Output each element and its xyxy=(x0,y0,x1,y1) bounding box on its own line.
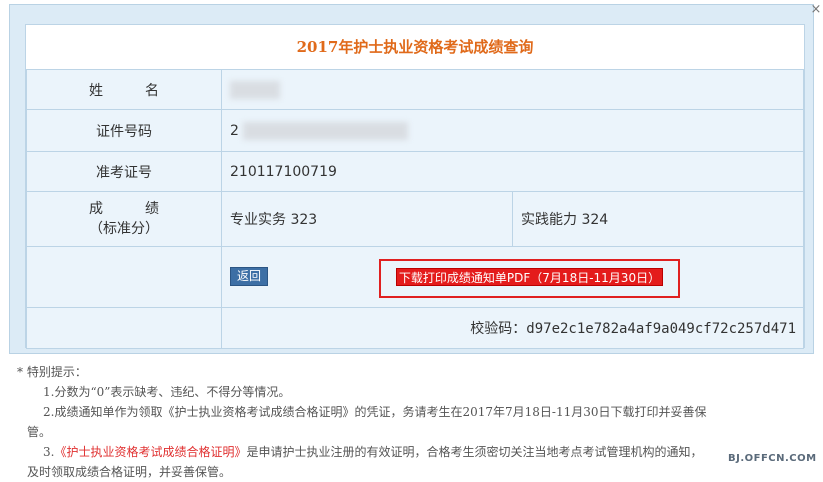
table-row: 校验码：d97e2c1e782a4af9a049cf72c257d471 xyxy=(26,307,804,349)
ticket-label: 准考证号 xyxy=(26,151,222,192)
close-icon[interactable]: × xyxy=(810,3,822,17)
note-item-1: 1.分数为“0”表示缺考、违纪、不得分等情况。 xyxy=(43,385,291,399)
verify-label-cell xyxy=(26,307,222,349)
notes-heading: * 特别提示： xyxy=(17,365,87,379)
note-item-2: 2.成绩通知单作为领取《护士执业资格考试成绩合格证明》的凭证，务请考生在2017… xyxy=(43,405,707,419)
table-row: 成 绩 （标准分） 专业实务 323 实践能力 324 xyxy=(26,191,804,247)
download-pdf-button[interactable]: 下载打印成绩通知单PDF（7月18日-11月30日） xyxy=(396,268,663,286)
score-practical: 实践能力 324 xyxy=(512,191,804,247)
redacted-name xyxy=(230,80,280,99)
score-label: 成 绩 （标准分） xyxy=(26,191,222,247)
table-row: 准考证号 210117100719 xyxy=(26,151,804,192)
note-item-3-highlight: 《护士执业资格考试成绩合格证明》 xyxy=(54,445,247,459)
verify-cell: 校验码：d97e2c1e782a4af9a049cf72c257d471 xyxy=(221,307,804,349)
actions-label-cell xyxy=(26,246,222,308)
name-label: 姓 名 xyxy=(26,69,222,110)
id-value: 2 xyxy=(221,109,804,152)
note-item-3-cont: 及时领取成绩合格证明，并妥善保管。 xyxy=(27,465,232,479)
name-value xyxy=(221,69,804,110)
note-item-3-rest: 是申请护士执业注册的有效证明，合格考生须密切关注当地考点考试管理机构的通知， xyxy=(246,445,703,459)
note-item-2-cont: 管。 xyxy=(27,425,52,439)
score-label-line2: （标准分） xyxy=(89,221,159,237)
note-item-3: 3.《护士执业资格考试成绩合格证明》是申请护士执业注册的有效证明，合格考生须密切… xyxy=(17,442,812,462)
verify-code: d97e2c1e782a4af9a049cf72c257d471 xyxy=(526,321,796,337)
table-row: 姓 名 xyxy=(26,69,804,110)
redacted-id xyxy=(243,121,409,140)
result-table: 姓 名 证件号码 2 准考证号 210117100719 成 绩 （标准分） 专… xyxy=(26,69,804,349)
verify-label: 校验码： xyxy=(470,321,527,337)
id-label: 证件号码 xyxy=(26,109,222,152)
note-item-3-prefix: 3. xyxy=(43,445,55,459)
back-button[interactable]: 返回 xyxy=(230,267,269,286)
notes-section: * 特别提示： 1.分数为“0”表示缺考、违纪、不得分等情况。 2.成绩通知单作… xyxy=(17,362,812,482)
id-value-prefix: 2 xyxy=(230,122,239,139)
score-label-line1: 成 绩 xyxy=(89,201,159,217)
page-title: 2017年护士执业资格考试成绩查询 xyxy=(296,38,534,56)
download-highlight-box: 下载打印成绩通知单PDF（7月18日-11月30日） xyxy=(379,259,680,298)
table-row: 证件号码 2 xyxy=(26,109,804,152)
ticket-value: 210117100719 xyxy=(221,151,804,192)
watermark: BJ.OFFCN.COM xyxy=(728,453,817,464)
score-professional: 专业实务 323 xyxy=(221,191,513,247)
